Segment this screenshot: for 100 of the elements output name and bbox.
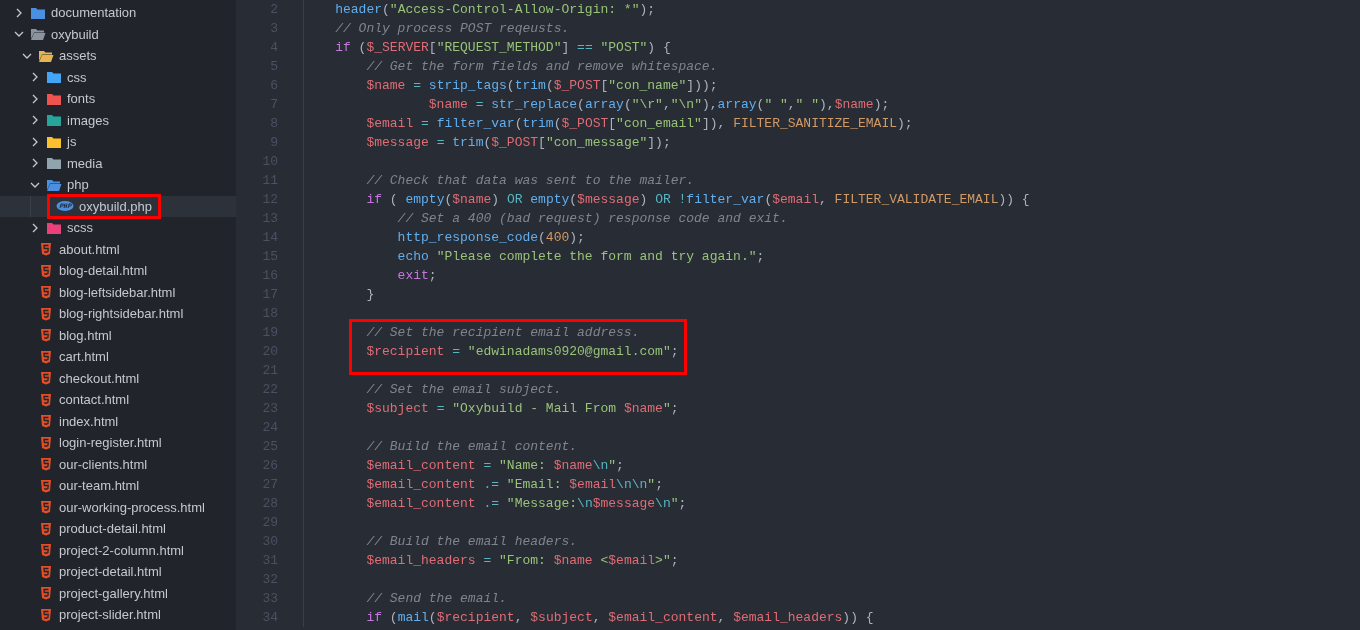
file-name: js [67,134,77,150]
code-line: $email_content .= "Message:\n$message\n"; [303,494,687,513]
file-name: product-detail.html [59,521,166,537]
file-item[interactable]: index.html [0,410,236,432]
file-name: php [67,177,89,193]
file-item[interactable]: project-slider.html [0,604,236,626]
file-item[interactable]: project-2-column.html [0,539,236,561]
file-name: blog.html [59,327,112,343]
code-line: // Set the recipient email address. [303,323,640,342]
file-name: project-slider.html [59,607,161,623]
code-line: echo "Please complete the form and try again."; [303,247,765,266]
file-item[interactable]: blog-detail.html [0,260,236,282]
code-line: $name = str_replace(array("\r","\n"),array(" "," "),$name); [303,95,890,114]
file-item[interactable]: login-register.html [0,432,236,454]
file-name: our-team.html [59,478,140,494]
file-name: project-2-column.html [59,542,184,558]
file-item[interactable]: blog-rightsidebar.html [0,303,236,325]
file-name: oxybuild [51,26,99,42]
file-item[interactable]: product-detail.html [0,518,236,540]
file-item[interactable]: project-gallery.html [0,582,236,604]
folder-item[interactable]: documentation [0,2,236,24]
code-line: $recipient = "edwinadams0920@gmail.com"; [303,342,679,361]
file-name: project-gallery.html [59,585,168,601]
file-name: css [67,69,87,85]
file-name: images [67,112,109,128]
folder-item[interactable]: fonts [0,88,236,110]
html-file-icon [40,414,52,429]
html-file-icon [40,435,52,450]
file-item[interactable]: contact.html [0,389,236,411]
file-name: scss [67,220,93,236]
file-name: blog-rightsidebar.html [59,306,184,322]
html-file-icon [40,564,52,579]
code-line: } [303,285,375,304]
folder-item[interactable]: oxybuild [0,23,236,45]
file-name: blog-detail.html [59,263,148,279]
code-line: if ($_SERVER["REQUEST_METHOD"] == "POST") { [303,38,671,57]
html-file-icon [40,371,52,386]
file-name: assets [59,48,97,64]
code-line: if (mail($recipient, $subject, $email_content, $email_headers)) { [303,608,874,627]
html-file-icon [40,328,52,343]
html-file-icon [40,586,52,601]
file-name: documentation [51,5,137,21]
html-file-icon [40,285,52,300]
file-name: our-working-process.html [59,499,205,515]
code-line: $name = strip_tags(trim($_POST["con_name"])); [303,76,718,95]
code-line: if ( empty($name) OR empty($message) OR !filter_var($email, FILTER_VALIDATE_EMAIL)) { [303,190,1030,209]
file-name: index.html [59,413,119,429]
file-name: blog-leftsidebar.html [59,284,176,300]
folder-item[interactable]: images [0,109,236,131]
code-line: $email_headers = "From: $name <$email>"; [303,551,679,570]
code-line: // Send the email. [303,589,507,608]
code-line: exit; [303,266,437,285]
file-name: fonts [67,91,96,107]
code-line: // Build the email headers. [303,532,578,551]
html-file-icon [40,242,52,257]
code-line: // Set a 400 (bad request) response code and exit. [303,209,788,228]
file-item[interactable]: blog.html [0,324,236,346]
file-name: oxybuild.php [79,198,152,214]
folder-item[interactable]: css [0,66,236,88]
code-line: $email = filter_var(trim($_POST["con_email"]), FILTER_SANITIZE_EMAIL); [303,114,913,133]
code-line: $email_content = "Name: $name\n"; [303,456,624,475]
file-item[interactable]: project-detail.html [0,561,236,583]
code-line: // Check that data was sent to the mailer. [303,171,695,190]
file-item[interactable]: oxybuild.php [0,195,236,217]
file-item[interactable]: blog-leftsidebar.html [0,281,236,303]
folder-item[interactable]: php [0,174,236,196]
file-item[interactable]: our-clients.html [0,453,236,475]
file-item[interactable]: our-working-process.html [0,496,236,518]
html-file-icon [40,263,52,278]
html-file-icon [40,349,52,364]
code-line: $email_content .= "Email: $email\n\n"; [303,475,663,494]
code-line: $message = trim($_POST["con_message"]); [303,133,671,152]
file-item[interactable]: cart.html [0,346,236,368]
folder-item[interactable]: scss [0,217,236,239]
html-file-icon [40,306,52,321]
file-name: project-detail.html [59,564,162,580]
folder-item[interactable]: assets [0,45,236,67]
file-name: about.html [59,241,120,257]
file-item[interactable]: checkout.html [0,367,236,389]
code-line: // Get the form fields and remove whitespace. [303,57,718,76]
html-file-icon [40,457,52,472]
file-name: cart.html [59,349,109,365]
php-file-icon [56,200,74,213]
file-name: media [67,155,103,171]
code-line: // Build the email content. [303,437,578,456]
code-line: header("Access-Control-Allow-Origin: *"); [303,0,656,19]
file-name: our-clients.html [59,456,148,472]
html-file-icon [40,521,52,536]
code-line: http_response_code(400); [303,228,585,247]
code-line: // Set the email subject. [303,380,562,399]
file-name: checkout.html [59,370,140,386]
file-item[interactable]: about.html [0,238,236,260]
file-name: contact.html [59,392,130,408]
html-file-icon [40,478,52,493]
file-item[interactable]: our-team.html [0,475,236,497]
html-file-icon [40,392,52,407]
html-file-icon [40,607,52,622]
file-name: login-register.html [59,435,162,451]
folder-item[interactable]: js [0,131,236,153]
folder-item[interactable]: media [0,152,236,174]
